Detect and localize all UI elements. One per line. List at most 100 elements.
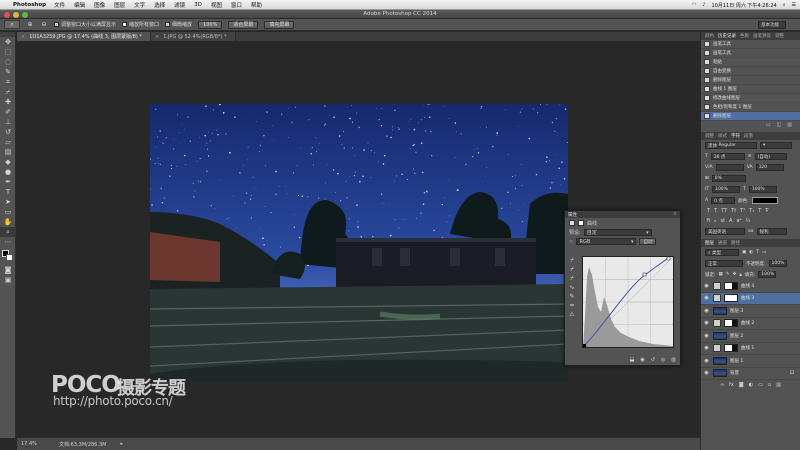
- baseline-field[interactable]: 0 点: [711, 197, 736, 204]
- hand-tool-icon[interactable]: ✋: [0, 217, 16, 227]
- stamp-tool-icon[interactable]: ⊥: [0, 117, 16, 127]
- auto-button[interactable]: 自动: [639, 238, 657, 245]
- add-mask-icon[interactable]: ◙: [739, 382, 744, 388]
- history-item[interactable]: 删除图层: [701, 112, 800, 121]
- history-item[interactable]: 画笔工具: [701, 40, 800, 49]
- gray-point-eyedropper-icon[interactable]: ⌿: [568, 266, 576, 275]
- language-dropdown[interactable]: 美国英语: [705, 228, 745, 235]
- layer-mask-thumbnail[interactable]: [724, 344, 738, 353]
- layer-row[interactable]: ◉ 图层 3: [701, 305, 800, 318]
- path-select-icon[interactable]: ➤: [0, 197, 16, 207]
- close-tab-icon[interactable]: ×: [21, 34, 25, 40]
- tab-document-2[interactable]: × 1.JPG @ 52.4%(RGB/8*) *: [150, 32, 236, 41]
- crop-tool-icon[interactable]: ⌗: [0, 77, 16, 87]
- subscript-icon[interactable]: T₁: [749, 208, 754, 214]
- zoom-all-windows-checkbox[interactable]: 缩放所有窗口: [122, 21, 159, 28]
- strikethrough-icon[interactable]: Ŧ: [765, 208, 768, 214]
- vertical-scale-field[interactable]: 100%: [712, 186, 741, 193]
- lock-transparent-icon[interactable]: ▦: [719, 272, 723, 277]
- layer-row[interactable]: ◉ 曲线 4: [701, 280, 800, 293]
- layer-row[interactable]: ◉ 曲线 1: [701, 343, 800, 355]
- document-canvas-image[interactable]: [150, 104, 568, 381]
- history-item[interactable]: 画笔工具: [701, 49, 800, 58]
- eye-icon[interactable]: ◉: [703, 308, 710, 314]
- opacity-field[interactable]: 100%: [768, 260, 787, 267]
- layer-row[interactable]: ◉ 图层 2: [701, 330, 800, 343]
- history-item[interactable]: 曲线 1 图层: [701, 85, 800, 94]
- scrubby-zoom-checkbox[interactable]: ✓ 细微缩放: [165, 21, 192, 28]
- spotlight-icon[interactable]: ⌕: [783, 2, 786, 8]
- menu-type[interactable]: 文字: [134, 1, 145, 9]
- tab-paths[interactable]: 路径: [731, 240, 740, 246]
- lock-all-icon[interactable]: 🔒︎: [739, 272, 741, 278]
- layer-mask-thumbnail[interactable]: [724, 294, 738, 303]
- layer-row[interactable]: ◉ 曲线 3: [701, 292, 800, 305]
- folder-icon[interactable]: ▭: [758, 382, 763, 388]
- eye-icon[interactable]: ◉: [703, 370, 710, 376]
- properties-header[interactable]: 属性 ×: [565, 211, 680, 218]
- zoom-in-icon[interactable]: ⊕: [26, 21, 34, 29]
- color-swatches[interactable]: [0, 249, 15, 265]
- gradient-tool-icon[interactable]: ▤: [0, 147, 16, 157]
- history-item[interactable]: 自由变换: [701, 67, 800, 76]
- view-previous-icon[interactable]: ◉: [640, 357, 644, 363]
- eye-icon[interactable]: ◉: [703, 283, 710, 289]
- tracking-field[interactable]: 320: [755, 164, 784, 171]
- fx-icon[interactable]: fx: [729, 382, 734, 388]
- notification-icon[interactable]: ☰: [792, 2, 796, 8]
- eyedropper-tool-icon[interactable]: ⌿: [0, 87, 16, 97]
- layer-row[interactable]: ◉ 曲线 2: [701, 318, 800, 330]
- workspace-switcher[interactable]: 基本功能: [758, 21, 786, 29]
- zoom-level[interactable]: 17.4%: [21, 441, 45, 447]
- antialias-dropdown[interactable]: 锐利: [756, 228, 787, 235]
- dodge-tool-icon[interactable]: ●: [0, 167, 16, 177]
- menu-app-name[interactable]: Photoshop: [13, 2, 46, 8]
- adjustment-layer-icon[interactable]: ◐: [749, 382, 753, 388]
- wifi-icon[interactable]: ◠: [692, 2, 696, 8]
- menu-layer[interactable]: 图层: [114, 1, 125, 9]
- font-size-field[interactable]: 36 点: [710, 153, 745, 160]
- more-tools-icon[interactable]: ⋯: [0, 237, 16, 247]
- resize-windows-checkbox[interactable]: ✓ 调整窗口大小以满屏显示: [54, 21, 116, 28]
- menu-image[interactable]: 图像: [94, 1, 105, 9]
- blur-tool-icon[interactable]: ◆: [0, 157, 16, 167]
- filter-pixel-icon[interactable]: ▣: [742, 250, 746, 255]
- tab-layers[interactable]: 图层: [705, 240, 714, 246]
- swash-icon[interactable]: ℴ: [714, 218, 716, 224]
- brush-tool-icon[interactable]: ✐: [0, 107, 16, 117]
- lasso-tool-icon[interactable]: ◌: [0, 57, 16, 67]
- tab-color[interactable]: 颜色: [705, 33, 714, 39]
- faux-italic-icon[interactable]: T: [714, 208, 717, 214]
- draw-curve-icon[interactable]: ✎: [568, 293, 576, 302]
- filter-shape-icon[interactable]: ▭: [762, 250, 766, 255]
- layer-mask-thumbnail[interactable]: [724, 281, 738, 290]
- font-family-field[interactable]: 黑体 Regular: [705, 142, 757, 149]
- eye-icon[interactable]: ◉: [703, 358, 710, 364]
- font-style-field[interactable]: ▾: [760, 142, 792, 149]
- new-document-icon[interactable]: ▭: [766, 122, 771, 128]
- background-color[interactable]: [6, 254, 13, 261]
- close-icon[interactable]: ×: [673, 211, 677, 217]
- menu-view[interactable]: 视图: [211, 1, 222, 9]
- layer-thumbnail[interactable]: [713, 356, 727, 365]
- black-point-eyedropper-icon[interactable]: ⌿: [568, 257, 576, 266]
- eye-icon[interactable]: ◉: [703, 345, 710, 351]
- menu-help[interactable]: 帮助: [251, 1, 262, 9]
- lock-position-icon[interactable]: ✥: [733, 272, 737, 277]
- tab-adjust[interactable]: 调整: [705, 133, 714, 139]
- history-item[interactable]: 色相/饱和度 1 图层: [701, 103, 800, 112]
- text-color-swatch[interactable]: [751, 197, 778, 204]
- eye-icon[interactable]: ◉: [703, 333, 710, 339]
- zoom-100-button[interactable]: 100%: [198, 20, 223, 29]
- zoom-tool-preset[interactable]: ⌕: [4, 20, 20, 29]
- shape-tool-icon[interactable]: ▭: [0, 207, 16, 217]
- layer-row[interactable]: ◉ 背景 ⊡: [701, 368, 800, 380]
- tab-character[interactable]: 字符: [731, 133, 740, 139]
- trash-icon[interactable]: ▥: [787, 122, 792, 128]
- small-caps-icon[interactable]: Tt: [731, 208, 736, 214]
- layer-thumbnail[interactable]: [713, 331, 727, 340]
- preset-dropdown[interactable]: 自定 ▾: [583, 229, 652, 236]
- move-tool-icon[interactable]: ✥: [0, 37, 16, 47]
- status-menu-arrow[interactable]: ▸: [120, 441, 123, 447]
- superscript-icon[interactable]: T¹: [740, 208, 745, 214]
